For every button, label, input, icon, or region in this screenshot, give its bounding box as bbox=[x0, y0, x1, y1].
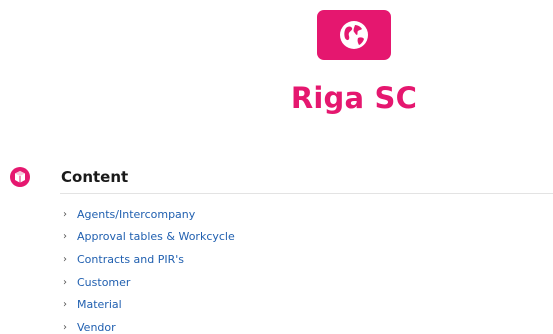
cube-icon bbox=[10, 167, 30, 187]
chevron-right-icon: › bbox=[63, 253, 67, 265]
list-item-label[interactable]: Material bbox=[77, 298, 122, 311]
chevron-right-icon: › bbox=[63, 299, 67, 311]
list-item-label[interactable]: Customer bbox=[77, 276, 130, 289]
section-divider bbox=[60, 193, 553, 194]
page: Riga SC Content › Agents/Intercompany › … bbox=[0, 0, 553, 334]
list-item-approval-tables[interactable]: › Approval tables & Workcycle bbox=[63, 226, 235, 249]
chevron-right-icon: › bbox=[63, 231, 67, 243]
site-logo bbox=[317, 10, 391, 60]
list-item-customer[interactable]: › Customer bbox=[63, 271, 235, 294]
list-item-label[interactable]: Agents/Intercompany bbox=[77, 208, 195, 221]
list-item-contracts-pirs[interactable]: › Contracts and PIR's bbox=[63, 248, 235, 271]
chevron-right-icon: › bbox=[63, 208, 67, 220]
list-item-label[interactable]: Vendor bbox=[77, 321, 116, 334]
chevron-right-icon: › bbox=[63, 321, 67, 333]
list-item-agents-intercompany[interactable]: › Agents/Intercompany bbox=[63, 203, 235, 226]
section-title: Content bbox=[61, 168, 129, 186]
list-item-vendor[interactable]: › Vendor bbox=[63, 316, 235, 334]
list-item-label[interactable]: Approval tables & Workcycle bbox=[77, 230, 235, 243]
chevron-right-icon: › bbox=[63, 276, 67, 288]
list-item-material[interactable]: › Material bbox=[63, 293, 235, 316]
globe-icon bbox=[340, 21, 368, 49]
list-item-label[interactable]: Contracts and PIR's bbox=[77, 253, 184, 266]
site-title: Riga SC bbox=[290, 81, 418, 115]
content-link-list: › Agents/Intercompany › Approval tables … bbox=[63, 203, 235, 334]
